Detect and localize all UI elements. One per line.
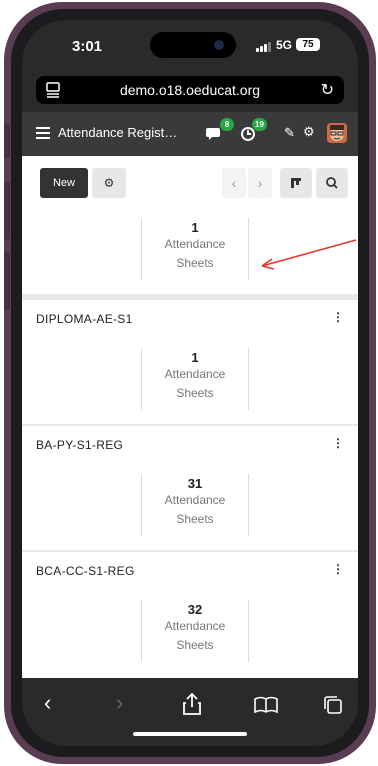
search-button[interactable] (316, 168, 348, 198)
group-name: DIPLOMA-AE-S1 (36, 312, 133, 326)
chevron-left-icon[interactable]: ‹ (222, 168, 246, 198)
app-header: Attendance Regist… 8 19 ✎ ⚙ (22, 112, 358, 156)
camera-icon (214, 40, 224, 50)
chevron-right-icon[interactable]: › (116, 690, 123, 716)
group-card[interactable]: DIPLOMA-AE-S1 ⋮ 1 Attendance Sheets (22, 300, 358, 424)
dynamic-island (150, 32, 236, 58)
stat-label: Attendance (164, 237, 226, 251)
sheet-count: 1 (191, 220, 199, 235)
address-bar[interactable]: demo.o18.oeducat.org ↻ (36, 76, 344, 104)
attendance-sheets-stat[interactable]: 32 Attendance Sheets (141, 600, 249, 662)
stat-label: Attendance (164, 367, 226, 381)
kebab-menu-icon[interactable]: ⋮ (332, 436, 344, 450)
stat-label: Sheets (176, 256, 214, 270)
sheet-count: 31 (187, 476, 203, 491)
control-panel: New ⚙ ‹ › (22, 156, 358, 212)
reload-icon[interactable]: ↻ (321, 80, 334, 100)
chevron-left-icon[interactable]: ‹ (44, 690, 51, 716)
stat-label: Attendance (164, 493, 226, 507)
stat-label: Sheets (176, 512, 214, 526)
url-text[interactable]: demo.o18.oeducat.org (36, 82, 344, 98)
status-time: 3:01 (72, 38, 103, 55)
group-name: BCA-CC-S1-REG (36, 564, 135, 578)
network-label: 5G (276, 38, 293, 52)
side-button (4, 124, 10, 158)
search-icon (326, 177, 338, 189)
stat-label: Sheets (176, 386, 214, 400)
battery-icon: 75 (296, 38, 320, 51)
group-card[interactable]: BA-PY-S1-REG ⋮ 31 Attendance Sheets (22, 426, 358, 550)
attendance-sheets-stat[interactable]: 1 Attendance Sheets (141, 218, 249, 280)
browser-toolbar: ‹ › (22, 678, 358, 746)
sheet-count: 32 (187, 602, 203, 617)
avatar[interactable] (327, 123, 347, 143)
chevron-right-icon[interactable]: › (248, 168, 272, 198)
sheet-count: 1 (191, 350, 199, 365)
volume-down-button (4, 252, 10, 310)
hamburger-icon[interactable] (36, 127, 50, 139)
gear-icon[interactable]: ⚙ (92, 168, 126, 198)
page-title: Attendance Regist… (58, 125, 178, 140)
activity-badge: 19 (252, 118, 267, 131)
home-indicator (133, 732, 247, 736)
signal-icon (256, 42, 271, 52)
share-icon[interactable] (182, 692, 202, 716)
new-button[interactable]: New (40, 168, 88, 198)
attendance-sheets-stat[interactable]: 1 Attendance Sheets (141, 348, 249, 410)
annotation-arrow (261, 239, 357, 270)
gear-icon[interactable]: ⚙ (303, 124, 315, 140)
kebab-menu-icon[interactable]: ⋮ (332, 310, 344, 324)
kebab-menu-icon[interactable]: ⋮ (332, 562, 344, 576)
status-bar: 3:01 5G 75 (22, 20, 358, 72)
volume-up-button (4, 182, 10, 240)
messages-badge: 8 (220, 118, 234, 131)
wrench-icon[interactable]: ✎ (284, 125, 295, 141)
book-icon[interactable] (253, 696, 279, 714)
kanban-view-button[interactable] (280, 168, 312, 198)
attendance-sheets-stat[interactable]: 31 Attendance Sheets (141, 474, 249, 536)
phone-screen: 3:01 5G 75 demo.o18.oeducat.org ↻ Attend… (22, 20, 358, 746)
tabs-icon[interactable] (322, 694, 344, 716)
main-content: New ⚙ ‹ › 1 Attendance Sheets DIPLOMA-AE… (22, 156, 358, 678)
kanban-icon (291, 178, 301, 188)
stat-label: Attendance (164, 619, 226, 633)
group-card[interactable]: BCA-CC-S1-REG ⋮ 32 Attendance Sheets (22, 552, 358, 678)
group-name: BA-PY-S1-REG (36, 438, 124, 452)
stat-label: Sheets (176, 638, 214, 652)
